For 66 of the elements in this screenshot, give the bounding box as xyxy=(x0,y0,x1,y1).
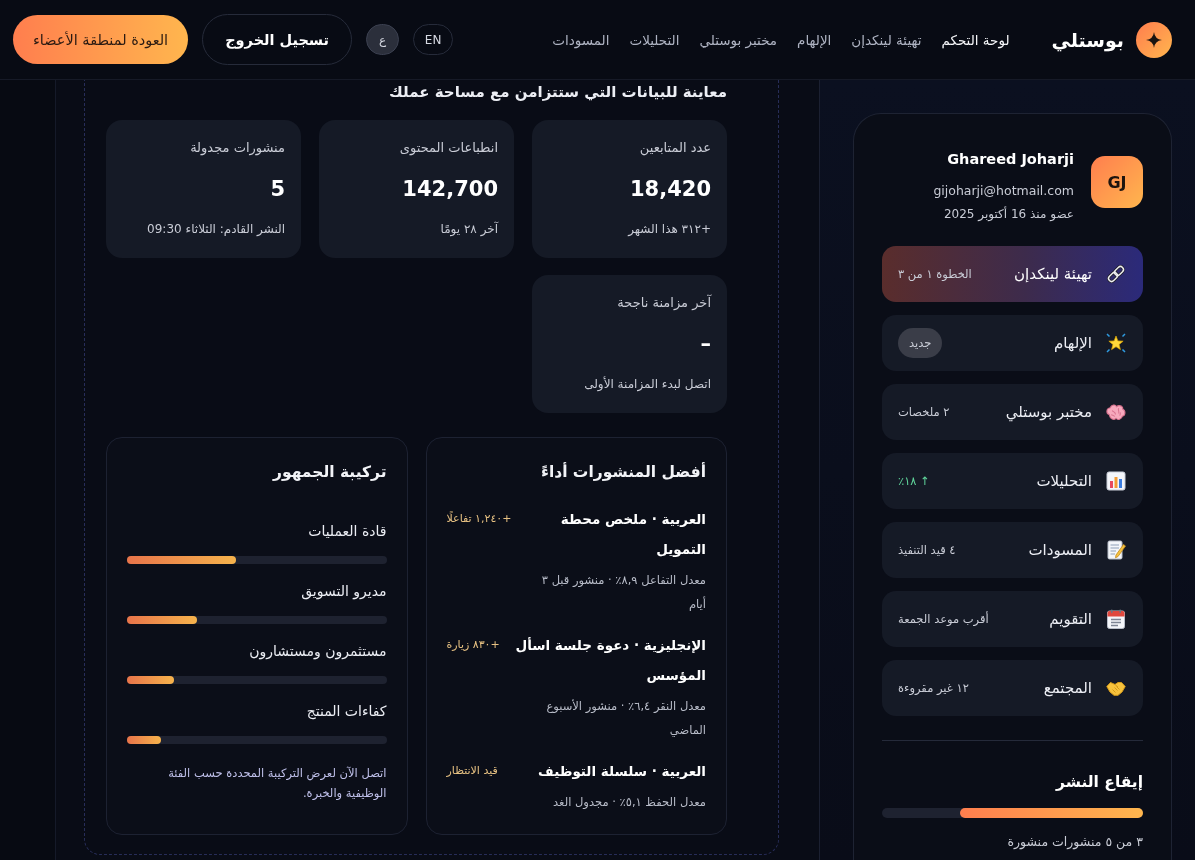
nav-link[interactable]: مختبر بوستلي xyxy=(699,31,778,48)
user-name: Ghareed Joharji xyxy=(946,150,1074,169)
segment-label: مديرو التسويق xyxy=(300,582,387,601)
panel-title: أفضل المنشورات أداءً xyxy=(539,462,706,482)
audience-note: اتصل الآن لعرض التركيبة المحددة حسب الفئة الوظيفية والخبرة. xyxy=(167,765,387,802)
post-stats: معدل الحفظ ٥,١٪ · مجدول الغد xyxy=(552,794,706,811)
language-toggle[interactable]: ع xyxy=(366,24,400,55)
nav-link[interactable]: التحليلات xyxy=(629,31,680,48)
sidebar-menu-item[interactable]: مختبر بوستلي ٢ ملخصات xyxy=(882,384,1143,440)
sidebar-menu-item[interactable]: التحليلات ↑ ١٨٪ xyxy=(882,453,1143,509)
cadence-caption: ٣ من ٥ منشورات منشورة xyxy=(1006,833,1143,852)
chain-link-icon xyxy=(1106,264,1126,284)
bar-chart-icon xyxy=(1106,471,1126,491)
segment-label: قادة العمليات xyxy=(307,522,387,541)
item-meta: ١٢ غير مقروءة xyxy=(898,681,969,695)
user-email: gijoharji@hotmail.com xyxy=(933,182,1074,200)
stat-note: +٣١٢ هذا الشهر xyxy=(626,221,711,238)
stat-value: 5 xyxy=(269,176,285,203)
calendar-icon xyxy=(1106,609,1126,629)
segment-label: كفاءات المنتج xyxy=(305,702,387,721)
member-since: عضو منذ 16 أكتوبر 2025 xyxy=(942,205,1074,223)
nav-link[interactable]: المسودات xyxy=(552,31,610,48)
cadence-title: إيقاع النشر xyxy=(1054,772,1143,793)
post-stats: معدل النقر ٦,٤٪ · منشور الأسبوع الماضي xyxy=(545,698,706,739)
stat-label: عدد المتابعين xyxy=(638,139,711,158)
post-stats: معدل التفاعل ٨,٩٪ · منشور قبل ٣ أيام xyxy=(540,572,706,613)
item-meta: ٢ ملخصات xyxy=(898,405,950,419)
post-result: +٨٣٠ زيارة xyxy=(446,637,500,653)
item-meta: أقرب موعد الجمعة xyxy=(898,612,989,626)
nav-link[interactable]: لوحة التحكم xyxy=(941,31,1010,48)
brain-icon xyxy=(1106,403,1126,421)
post-result: قيد الانتظار xyxy=(446,763,498,779)
new-badge: جديد xyxy=(898,328,943,358)
stat-value: 18,420 xyxy=(628,176,711,203)
sidebar-menu-item[interactable]: المسودات ٤ قيد التنفيذ xyxy=(882,522,1143,578)
members-area-button[interactable]: العودة لمنطقة الأعضاء xyxy=(13,15,189,64)
nav-link[interactable]: تهيئة لينكدإن xyxy=(851,31,922,48)
stat-value: – xyxy=(699,331,711,358)
post-title: الإنجليزية · دعوة جلسة اسأل المؤسس xyxy=(514,636,706,685)
stat-note: اتصل لبدء المزامنة الأولى xyxy=(583,375,711,393)
note-pencil-icon xyxy=(1106,540,1126,560)
logout-button[interactable]: تسجيل الخروج xyxy=(202,14,353,65)
sidebar-menu-item[interactable]: الإلهام جديد xyxy=(882,315,1143,371)
stat-value: 142,700 xyxy=(401,176,498,203)
sidebar-menu-item[interactable]: التقويم أقرب موعد الجمعة xyxy=(882,591,1143,647)
post-title: العربية · سلسلة التوظيف xyxy=(537,762,706,781)
post-title: العربية · ملخص محطة التمويل xyxy=(559,510,706,559)
item-meta: ٤ قيد التنفيذ xyxy=(898,543,956,557)
trend-indicator: ↑ ١٨٪ xyxy=(898,474,930,488)
panel-title: تركيبة الجمهور xyxy=(271,462,387,482)
post-result: +١,٢٤٠ تفاعلًا xyxy=(446,510,512,527)
stat-label: انطباعات المحتوى xyxy=(398,139,498,158)
star-icon xyxy=(1106,333,1126,353)
sidebar-menu-item[interactable]: المجتمع ١٢ غير مقروءة xyxy=(882,660,1143,716)
brand-name: بوستلي xyxy=(1051,28,1124,51)
stat-label: آخر مزامنة ناجحة xyxy=(616,293,711,312)
stat-note: آخر ٢٨ يومًا xyxy=(439,220,498,238)
section-heading: معاينة للبيانات التي ستتزامن مع مساحة عملك xyxy=(388,82,727,102)
stat-note: النشر القادم: الثلاثاء 09:30 xyxy=(146,221,285,238)
sparkle-icon xyxy=(1136,21,1172,58)
segment-label: مستثمرون ومستشارون xyxy=(248,642,387,661)
stat-label: منشورات مجدولة xyxy=(189,139,285,158)
nav-link[interactable]: الإلهام xyxy=(797,31,832,48)
sidebar-menu-item[interactable]: تهيئة لينكدإن الخطوة ١ من ٣ xyxy=(882,246,1143,302)
user-avatar: GJ xyxy=(1091,156,1143,208)
item-meta: الخطوة ١ من ٣ xyxy=(898,267,972,281)
